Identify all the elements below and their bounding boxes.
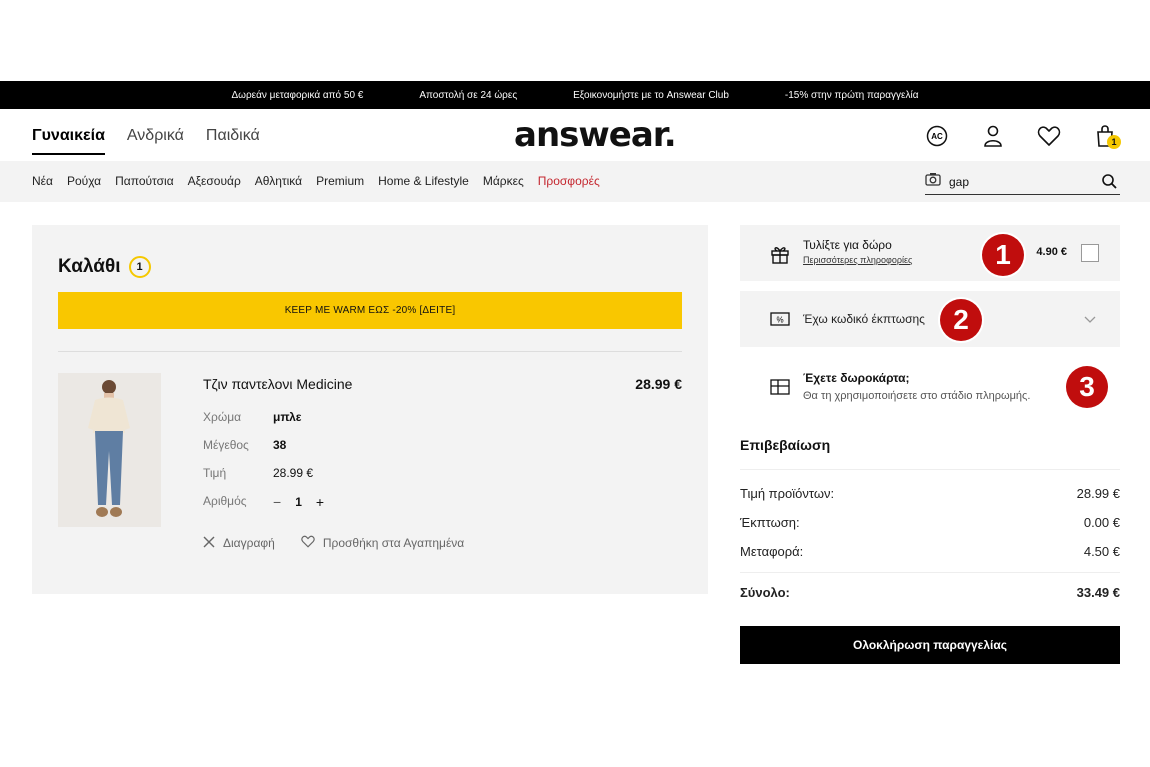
- header-icons: AC 1: [922, 123, 1121, 149]
- heart-icon: [301, 535, 315, 551]
- promo-bar: Δωρεάν μεταφορικά από 50 € Αποστολή σε 2…: [0, 81, 1150, 109]
- summary-title: Επιβεβαίωση: [740, 437, 831, 453]
- product-price: 28.99 €: [635, 376, 682, 392]
- nav-item-brands[interactable]: Μάρκες: [483, 174, 524, 188]
- divider: [58, 351, 682, 352]
- heart-icon[interactable]: [1034, 123, 1064, 149]
- attr-value: 28.99 €: [273, 466, 314, 480]
- checkout-button[interactable]: Ολοκλήρωση παραγγελίας: [740, 626, 1120, 664]
- attr-quantity: Αριθμός − 1 +: [203, 494, 324, 510]
- quantity-value: 1: [295, 495, 302, 509]
- nav-item-home-lifestyle[interactable]: Home & Lifestyle: [378, 174, 469, 188]
- ac-club-icon[interactable]: AC: [922, 123, 952, 149]
- delete-label: Διαγραφή: [223, 536, 275, 550]
- annotation-marker-1: 1: [982, 234, 1024, 276]
- promo-24h-delivery: Αποστολή σε 24 ώρες: [419, 89, 518, 101]
- gift-wrap-title: Τυλίξτε για δώρο: [803, 238, 892, 252]
- gift-icon: [770, 244, 790, 269]
- search-input[interactable]: [949, 174, 1079, 189]
- gift-wrap-checkbox[interactable]: [1081, 244, 1099, 262]
- user-icon[interactable]: [978, 123, 1008, 149]
- tab-women[interactable]: Γυναικεία: [32, 127, 105, 155]
- attr-value: μπλε: [273, 410, 302, 424]
- summary-row-total: Σύνολο: 33.49 €: [740, 585, 1120, 600]
- summary-label: Τιμή προϊόντων:: [740, 486, 835, 501]
- summary-label: Μεταφορά:: [740, 544, 804, 559]
- chevron-down-icon: [1084, 311, 1096, 329]
- gift-wrap-option: Τυλίξτε για δώρο Περισσότερες πληροφορίε…: [740, 225, 1120, 281]
- gift-card-icon: [770, 379, 790, 400]
- gender-tabs: Γυναικεία Ανδρικά Παιδικά: [32, 127, 260, 155]
- item-actions: Διαγραφή Προσθήκη στα Αγαπημένα: [203, 535, 464, 551]
- summary-row-discount: Έκπτωση: 0.00 €: [740, 515, 1120, 530]
- close-icon: [203, 536, 215, 551]
- divider: [740, 572, 1120, 573]
- cart-title-text: Καλάθι: [58, 256, 121, 277]
- product-name[interactable]: Τζιν παντελονι Medicine: [203, 376, 352, 392]
- summary-row-shipping: Μεταφορά: 4.50 €: [740, 544, 1120, 559]
- cart-title: Καλάθι 1: [58, 256, 151, 278]
- add-to-wishlist-button[interactable]: Προσθήκη στα Αγαπημένα: [301, 535, 464, 551]
- quantity-plus-button[interactable]: +: [316, 494, 324, 510]
- attr-color: Χρώμα μπλε: [203, 410, 301, 424]
- coupon-accordion[interactable]: % Έχω κωδικό έκπτωσης: [740, 291, 1120, 347]
- attr-label: Αριθμός: [203, 494, 247, 508]
- camera-icon[interactable]: [925, 172, 941, 191]
- quantity-stepper: − 1 +: [273, 494, 324, 510]
- nav-item-shoes[interactable]: Παπούτσια: [115, 174, 174, 188]
- summary-value: 28.99 €: [1076, 486, 1120, 501]
- search-bar: [925, 169, 1120, 195]
- summary-label: Έκπτωση:: [740, 515, 800, 530]
- category-nav: Νέα Ρούχα Παπούτσια Αξεσουάρ Αθλητικά Pr…: [0, 161, 1150, 202]
- promo-answear-club[interactable]: Εξοικονομήστε με το Answear Club: [573, 90, 729, 101]
- attr-label: Χρώμα: [203, 410, 242, 424]
- wishlist-label: Προσθήκη στα Αγαπημένα: [322, 536, 465, 550]
- promo-first-order: -15% στην πρώτη παραγγελία: [784, 89, 919, 101]
- gift-card-subtitle: Θα τη χρησιμοποιήσετε στο στάδιο πληρωμή…: [803, 390, 1031, 402]
- gift-wrap-text: Τυλίξτε για δώρο Περισσότερες πληροφορίε…: [803, 238, 912, 265]
- nav-item-new[interactable]: Νέα: [32, 174, 53, 188]
- promo-free-shipping: Δωρεάν μεταφορικά από 50 €: [231, 89, 364, 101]
- coupon-icon: %: [770, 312, 790, 331]
- attr-price: Τιμή 28.99 €: [203, 466, 313, 480]
- header: Γυναικεία Ανδρικά Παιδικά answear. AC 1: [0, 109, 1150, 161]
- cart-count-badge: 1: [1107, 135, 1121, 149]
- bag-icon[interactable]: 1: [1090, 123, 1121, 149]
- annotation-marker-3: 3: [1066, 366, 1108, 408]
- cart-panel: Καλάθι 1 KEEP ME WARM ΕΩΣ -20% [ΔΕΙΤΕ] Τ…: [32, 225, 708, 594]
- annotation-marker-2: 2: [940, 299, 982, 341]
- nav-item-accessories[interactable]: Αξεσουάρ: [188, 174, 241, 188]
- summary-value: 0.00 €: [1083, 515, 1120, 530]
- attr-value: 38: [273, 438, 287, 452]
- total-label: Σύνολο:: [740, 585, 790, 600]
- attr-label: Τιμή: [203, 466, 227, 480]
- promo-banner[interactable]: KEEP ME WARM ΕΩΣ -20% [ΔΕΙΤΕ]: [58, 292, 682, 329]
- summary-row-products: Τιμή προϊόντων: 28.99 €: [740, 486, 1120, 501]
- nav-item-premium[interactable]: Premium: [316, 174, 364, 188]
- nav-item-sale[interactable]: Προσφορές: [538, 174, 600, 188]
- gift-wrap-price: 4.90 €: [1036, 246, 1067, 258]
- gift-card-title: Έχετε δωροκάρτα;: [803, 371, 910, 385]
- svg-text:AC: AC: [931, 132, 943, 141]
- tab-men[interactable]: Ανδρικά: [127, 127, 184, 155]
- logo[interactable]: answear.: [514, 115, 677, 155]
- quantity-minus-button[interactable]: −: [273, 494, 281, 510]
- total-value: 33.49 €: [1076, 585, 1120, 600]
- attr-size: Μέγεθος 38: [203, 438, 286, 452]
- attr-label: Μέγεθος: [203, 438, 249, 452]
- nav-item-sports[interactable]: Αθλητικά: [255, 174, 302, 188]
- search-icon[interactable]: [1102, 174, 1117, 194]
- product-image[interactable]: [58, 373, 161, 527]
- divider: [740, 469, 1120, 470]
- more-info-link[interactable]: Περισσότερες πληροφορίες: [803, 255, 912, 265]
- tab-kids[interactable]: Παιδικά: [206, 127, 260, 155]
- summary-value: 4.50 €: [1083, 544, 1120, 559]
- coupon-label: Έχω κωδικό έκπτωσης: [803, 312, 925, 326]
- delete-button[interactable]: Διαγραφή: [203, 535, 275, 551]
- cart-item-count: 1: [128, 256, 151, 278]
- nav-item-clothing[interactable]: Ρούχα: [67, 174, 101, 188]
- svg-text:%: %: [776, 316, 783, 325]
